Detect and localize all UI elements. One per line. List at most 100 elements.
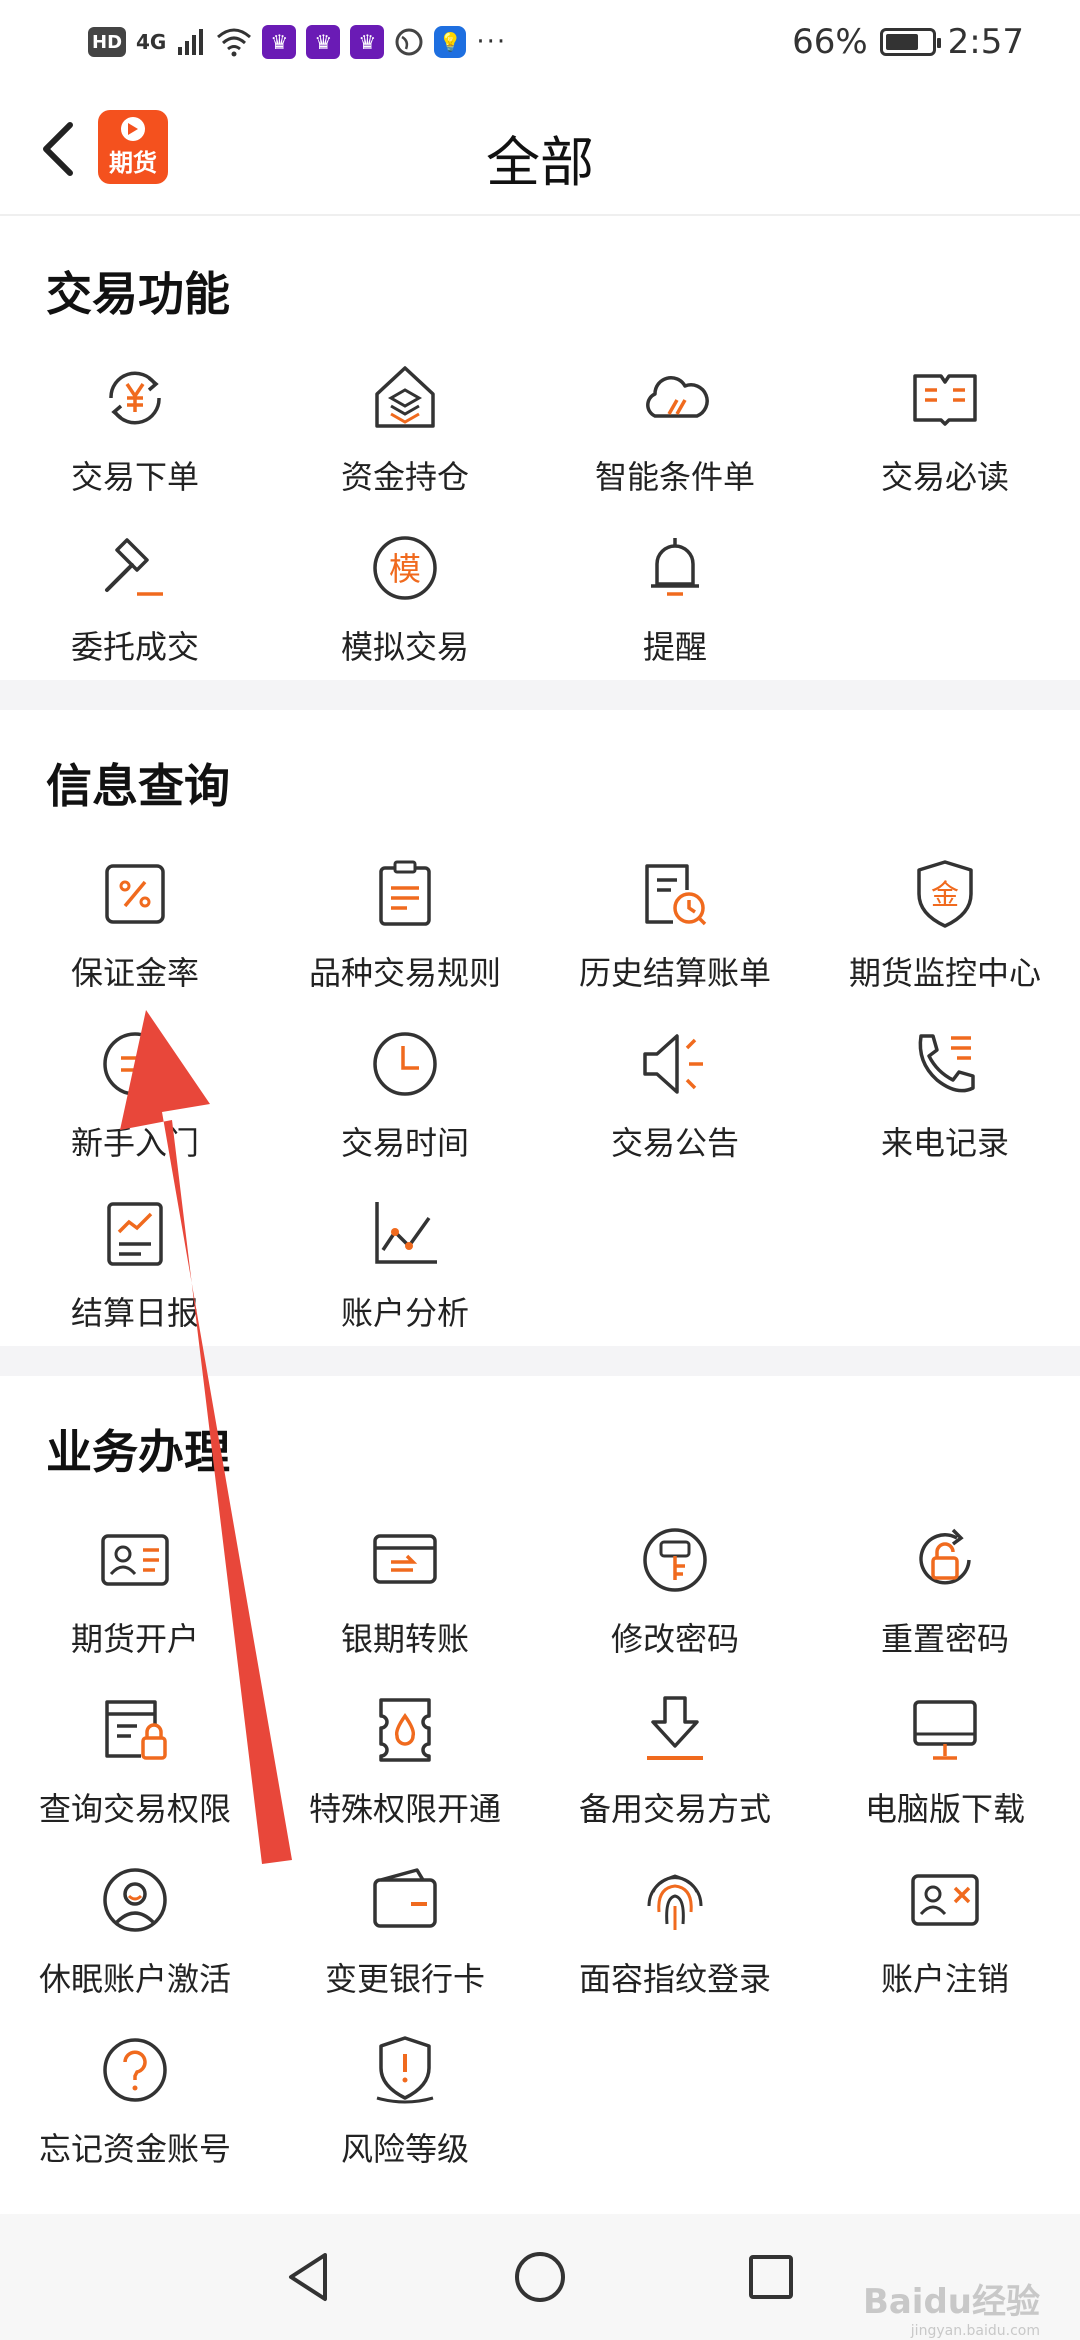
watermark-text: Baidu经验 [862, 2282, 1040, 2322]
signal-icon [178, 29, 204, 55]
grid-item-label: 结算日报 [70, 1294, 199, 1332]
section-divider [0, 1346, 1080, 1376]
section-trade-functions: 交易功能 交易下单 资金持仓 智能条件单 交易必读 委托成交 模 模拟交易 提醒 [0, 218, 1080, 680]
square-recents-icon [749, 2255, 793, 2299]
grid-item-label: 智能条件单 [594, 458, 755, 496]
grid-item-backup-trading[interactable]: 备用交易方式 [540, 1690, 810, 1860]
doc-clock-icon [635, 854, 715, 934]
ticket-drop-icon [365, 1690, 445, 1770]
grid-item-open-account[interactable]: 期货开户 [0, 1520, 270, 1690]
section-title: 交易功能 [46, 267, 230, 321]
lock-reset-icon [905, 1520, 985, 1600]
grid-item-label: 委托成交 [70, 628, 199, 666]
status-right: 66% 2:57 [792, 22, 1024, 62]
grid-item-label: 品种交易规则 [308, 954, 501, 992]
grid-item-beginner-guide[interactable]: 新手入门 [0, 1024, 270, 1194]
grid-item-risk-level[interactable]: 风险等级 [270, 2030, 540, 2200]
battery-icon [879, 28, 941, 56]
yen-cycle-icon [95, 358, 175, 438]
grid-item-monitoring-center[interactable]: 金 期货监控中心 [810, 854, 1080, 1024]
globe-icon [395, 28, 423, 56]
grid-item-account-cancellation[interactable]: 账户注销 [810, 1860, 1080, 2030]
battery-percent: 66% [792, 22, 868, 62]
grid-item-label: 备用交易方式 [578, 1790, 771, 1828]
beginner-icon [95, 1024, 175, 1104]
grid-item-label: 交易时间 [340, 1124, 469, 1162]
nav-back-button[interactable] [276, 2244, 342, 2310]
status-bar: HD 4G ♛ ♛ ♛ 💡 ··· 66% 2:57 [0, 0, 1080, 84]
grid-item-reset-password[interactable]: 重置密码 [810, 1520, 1080, 1690]
grid-item-account-analysis[interactable]: 账户分析 [270, 1194, 540, 1364]
grid-item-call-records[interactable]: 来电记录 [810, 1024, 1080, 1194]
grid-item-label: 面容指纹登录 [578, 1960, 771, 1998]
app-notification-icon: ♛ [262, 25, 297, 59]
grid-item-label: 重置密码 [880, 1620, 1009, 1658]
cloud-icon [635, 358, 715, 438]
grid-item-trade-must-read[interactable]: 交易必读 [810, 358, 1080, 528]
grid-item-label: 历史结算账单 [578, 954, 771, 992]
grid-item-label: 修改密码 [610, 1620, 739, 1658]
grid-item-label: 特殊权限开通 [308, 1790, 501, 1828]
section-title: 信息查询 [46, 759, 230, 813]
status-icons: HD 4G ♛ ♛ ♛ 💡 ··· [88, 25, 507, 59]
grid-item-trade-announcements[interactable]: 交易公告 [540, 1024, 810, 1194]
grid-item-label: 交易公告 [610, 1124, 739, 1162]
grid-item-forgot-account[interactable]: 忘记资金账号 [0, 2030, 270, 2200]
question-icon [95, 2030, 175, 2110]
grid-item-trade-order[interactable]: 交易下单 [0, 358, 270, 528]
grid-item-label: 休眠账户激活 [38, 1960, 231, 1998]
clock-icon [365, 1024, 445, 1104]
grid-item-face-fingerprint-login[interactable]: 面容指纹登录 [540, 1860, 810, 2030]
grid-item-daily-settlement-report[interactable]: 结算日报 [0, 1194, 270, 1364]
grid-item-smart-condition[interactable]: 智能条件单 [540, 358, 810, 528]
grid-item-query-permissions[interactable]: 查询交易权限 [0, 1690, 270, 1860]
grid-item-label: 来电记录 [880, 1124, 1009, 1162]
phone-list-icon [905, 1024, 985, 1104]
grid-item-label: 模拟交易 [340, 628, 469, 666]
baidu-watermark: Baidu经验 jingyan.baidu.com [863, 2274, 1040, 2339]
grid-item-label: 提醒 [642, 628, 707, 666]
section-info-query: 信息查询 保证金率 品种交易规则 历史结算账单 金 期货监控中心 新手入门 交易… [0, 710, 1080, 1346]
grid-item-label: 期货监控中心 [848, 954, 1041, 992]
grid-item-product-rules[interactable]: 品种交易规则 [270, 854, 540, 1024]
download-arrow-icon [635, 1690, 715, 1770]
grid-item-label: 电脑版下载 [864, 1790, 1025, 1828]
password-edit-icon [635, 1520, 715, 1600]
grid-item-label: 账户分析 [340, 1294, 469, 1332]
grid-item-label: 忘记资金账号 [38, 2130, 231, 2168]
grid-item-simulated-trading[interactable]: 模 模拟交易 [270, 528, 540, 698]
grid-item-trading-hours[interactable]: 交易时间 [270, 1024, 540, 1194]
grid-item-label: 风险等级 [340, 2130, 469, 2168]
grid-item-bank-futures-transfer[interactable]: 银期转账 [270, 1520, 540, 1690]
warning-shield-icon [365, 2030, 445, 2110]
grid-item-label: 保证金率 [70, 954, 199, 992]
grid-item-funds-positions[interactable]: 资金持仓 [270, 358, 540, 528]
svg-text:模: 模 [389, 550, 421, 588]
line-chart-icon [365, 1194, 445, 1274]
section-divider [0, 680, 1080, 710]
app-notification-icon: ♛ [306, 25, 341, 59]
grid-item-change-bank-card[interactable]: 变更银行卡 [270, 1860, 540, 2030]
grid-item-special-permission[interactable]: 特殊权限开通 [270, 1690, 540, 1860]
app-notification-icon: ♛ [350, 25, 385, 59]
grid-item-reminder[interactable]: 提醒 [540, 528, 810, 698]
grid-item-change-password[interactable]: 修改密码 [540, 1520, 810, 1690]
grid-item-reactivate-dormant[interactable]: 休眠账户激活 [0, 1860, 270, 2030]
bulb-notification-icon: 💡 [434, 26, 467, 58]
wallet-icon [365, 1860, 445, 1940]
more-notifications-icon: ··· [476, 27, 508, 57]
report-chart-icon [95, 1194, 175, 1274]
grid-item-margin-rate[interactable]: 保证金率 [0, 854, 270, 1024]
shield-gold-icon: 金 [905, 854, 985, 934]
grid-item-pc-download[interactable]: 电脑版下载 [810, 1690, 1080, 1860]
nav-home-button[interactable] [507, 2244, 573, 2310]
card-transfer-icon [365, 1520, 445, 1600]
clock-time: 2:57 [947, 22, 1024, 62]
grid-item-label: 交易必读 [880, 458, 1009, 496]
house-layers-icon [365, 358, 445, 438]
nav-recents-button[interactable] [738, 2244, 804, 2310]
id-card-icon [95, 1520, 175, 1600]
grid-item-orders-fills[interactable]: 委托成交 [0, 528, 270, 698]
grid-item-label: 新手入门 [70, 1124, 199, 1162]
grid-item-settlement-history[interactable]: 历史结算账单 [540, 854, 810, 1024]
